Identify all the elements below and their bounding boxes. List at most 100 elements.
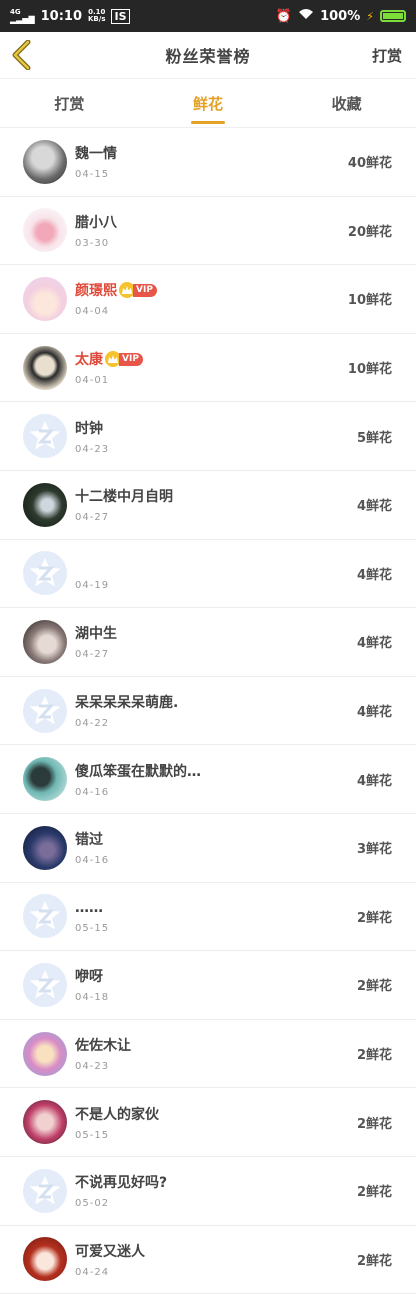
vip-label: VIP <box>133 284 157 297</box>
gift-date: 04-23 <box>75 444 357 455</box>
avatar[interactable] <box>23 1237 67 1281</box>
list-item[interactable]: 腊小八03-3020鲜花 <box>0 197 416 266</box>
tab-flowers[interactable]: 鲜花 <box>139 79 278 127</box>
fan-name-text: 十二楼中月自明 <box>75 486 173 506</box>
list-item[interactable]: 魏一情04-1540鲜花 <box>0 128 416 197</box>
list-item[interactable]: 咿呀04-182鲜花 <box>0 951 416 1020</box>
avatar[interactable] <box>23 414 67 458</box>
avatar[interactable] <box>23 620 67 664</box>
default-avatar-icon <box>23 414 67 458</box>
fan-name: 佐佐木让 <box>75 1035 357 1055</box>
fan-name <box>75 556 357 574</box>
fan-info: 可爱又迷人 04-24 <box>75 1241 357 1278</box>
fan-info: 04-19 <box>75 556 357 591</box>
avatar[interactable] <box>23 1100 67 1144</box>
avatar[interactable] <box>23 140 67 184</box>
avatar[interactable] <box>23 208 67 252</box>
vip-badge: VIP <box>105 351 143 367</box>
fan-info: 傻瓜笨蛋在默默的…04-16 <box>75 761 357 798</box>
tab-reward[interactable]: 打赏 <box>0 79 139 127</box>
gift-date: 05-02 <box>75 1198 357 1209</box>
avatar[interactable] <box>23 483 67 527</box>
wifi-icon <box>298 8 314 24</box>
list-item[interactable]: 可爱又迷人 04-242鲜花 <box>0 1226 416 1294</box>
list-item[interactable]: 傻瓜笨蛋在默默的…04-164鲜花 <box>0 745 416 814</box>
vip-badge: VIP <box>119 282 157 298</box>
list-item[interactable]: 十二楼中月自明04-274鲜花 <box>0 471 416 540</box>
fan-info: 腊小八03-30 <box>75 212 348 249</box>
flower-count: 2鲜花 <box>357 1181 392 1200</box>
fan-list: 魏一情04-1540鲜花腊小八03-3020鲜花颜璟熙VIP04-0410鲜花太… <box>0 128 416 1294</box>
flower-count: 4鲜花 <box>357 770 392 789</box>
network-speed: 0.10KB/s <box>88 9 105 23</box>
fan-name-text: 不说再见好吗? <box>75 1172 167 1192</box>
fan-name: …… <box>75 899 357 917</box>
fan-name: 颜璟熙VIP <box>75 280 348 300</box>
gift-date: 04-01 <box>75 375 348 386</box>
list-item[interactable]: 时钟 04-235鲜花 <box>0 402 416 471</box>
gift-date: 04-15 <box>75 169 348 180</box>
gift-date: 05-15 <box>75 1130 357 1141</box>
avatar[interactable] <box>23 277 67 321</box>
fan-info: 颜璟熙VIP04-04 <box>75 280 348 317</box>
flower-count: 2鲜花 <box>357 1113 392 1132</box>
gift-date: 04-27 <box>75 649 357 660</box>
back-button[interactable] <box>10 40 34 70</box>
app-notification-icon: IS <box>111 9 129 24</box>
flower-count: 2鲜花 <box>357 1044 392 1063</box>
avatar[interactable] <box>23 689 67 733</box>
fan-name: 太康VIP <box>75 349 348 369</box>
fan-name-text: 错过 <box>75 829 103 849</box>
flower-count: 4鲜花 <box>357 495 392 514</box>
fan-info: 错过 04-16 <box>75 829 357 866</box>
gift-date: 04-24 <box>75 1267 357 1278</box>
fan-name: 呆呆呆呆呆萌鹿. <box>75 692 357 712</box>
fan-info: 不是人的家伙 05-15 <box>75 1104 357 1141</box>
flower-count: 2鲜花 <box>357 907 392 926</box>
fan-name-text: 时钟 <box>75 418 103 438</box>
list-item[interactable]: 不说再见好吗? 05-022鲜花 <box>0 1157 416 1226</box>
gift-date: 04-16 <box>75 787 357 798</box>
avatar[interactable] <box>23 1032 67 1076</box>
tab-flowers-label: 鲜花 <box>193 93 223 114</box>
fan-info: 湖中生04-27 <box>75 623 357 660</box>
list-item[interactable]: 不是人的家伙 05-152鲜花 <box>0 1088 416 1157</box>
avatar[interactable] <box>23 1169 67 1213</box>
avatar[interactable] <box>23 826 67 870</box>
top-bar: 粉丝荣誉榜 打赏 <box>0 32 416 79</box>
flower-count: 5鲜花 <box>357 427 392 446</box>
battery-percent: 100% <box>320 9 360 24</box>
tab-favorites[interactable]: 收藏 <box>277 79 416 127</box>
fan-name: 时钟 <box>75 418 357 438</box>
tab-favorites-label: 收藏 <box>332 93 362 114</box>
avatar[interactable] <box>23 963 67 1007</box>
fan-name: 十二楼中月自明 <box>75 486 357 506</box>
gift-date: 04-16 <box>75 855 357 866</box>
fan-info: 咿呀04-18 <box>75 966 357 1003</box>
gift-date: 04-23 <box>75 1061 357 1072</box>
list-item[interactable]: 太康VIP 04-0110鲜花 <box>0 334 416 403</box>
fan-name-text: 可爱又迷人 <box>75 1241 145 1261</box>
list-item[interactable]: 04-194鲜花 <box>0 540 416 609</box>
list-item[interactable]: 佐佐木让 04-232鲜花 <box>0 1020 416 1089</box>
fan-info: 太康VIP 04-01 <box>75 349 348 386</box>
avatar[interactable] <box>23 757 67 801</box>
default-avatar-icon <box>23 1169 67 1213</box>
avatar[interactable] <box>23 894 67 938</box>
list-item[interactable]: 错过04-163鲜花 <box>0 814 416 883</box>
list-item[interactable]: 呆呆呆呆呆萌鹿.04-224鲜花 <box>0 677 416 746</box>
flower-count: 2鲜花 <box>357 975 392 994</box>
fan-name-text: 不是人的家伙 <box>75 1104 159 1124</box>
avatar[interactable] <box>23 551 67 595</box>
flower-count: 2鲜花 <box>357 1250 392 1269</box>
list-item[interactable]: ……05-152鲜花 <box>0 883 416 952</box>
reward-button[interactable]: 打赏 <box>372 45 402 66</box>
fan-info: ……05-15 <box>75 899 357 934</box>
fan-info: 佐佐木让 04-23 <box>75 1035 357 1072</box>
fan-name-text: 腊小八 <box>75 212 117 232</box>
flower-count: 40鲜花 <box>348 152 392 171</box>
flower-count: 10鲜花 <box>348 358 392 377</box>
avatar[interactable] <box>23 346 67 390</box>
list-item[interactable]: 颜璟熙VIP04-0410鲜花 <box>0 265 416 334</box>
list-item[interactable]: 湖中生04-274鲜花 <box>0 608 416 677</box>
